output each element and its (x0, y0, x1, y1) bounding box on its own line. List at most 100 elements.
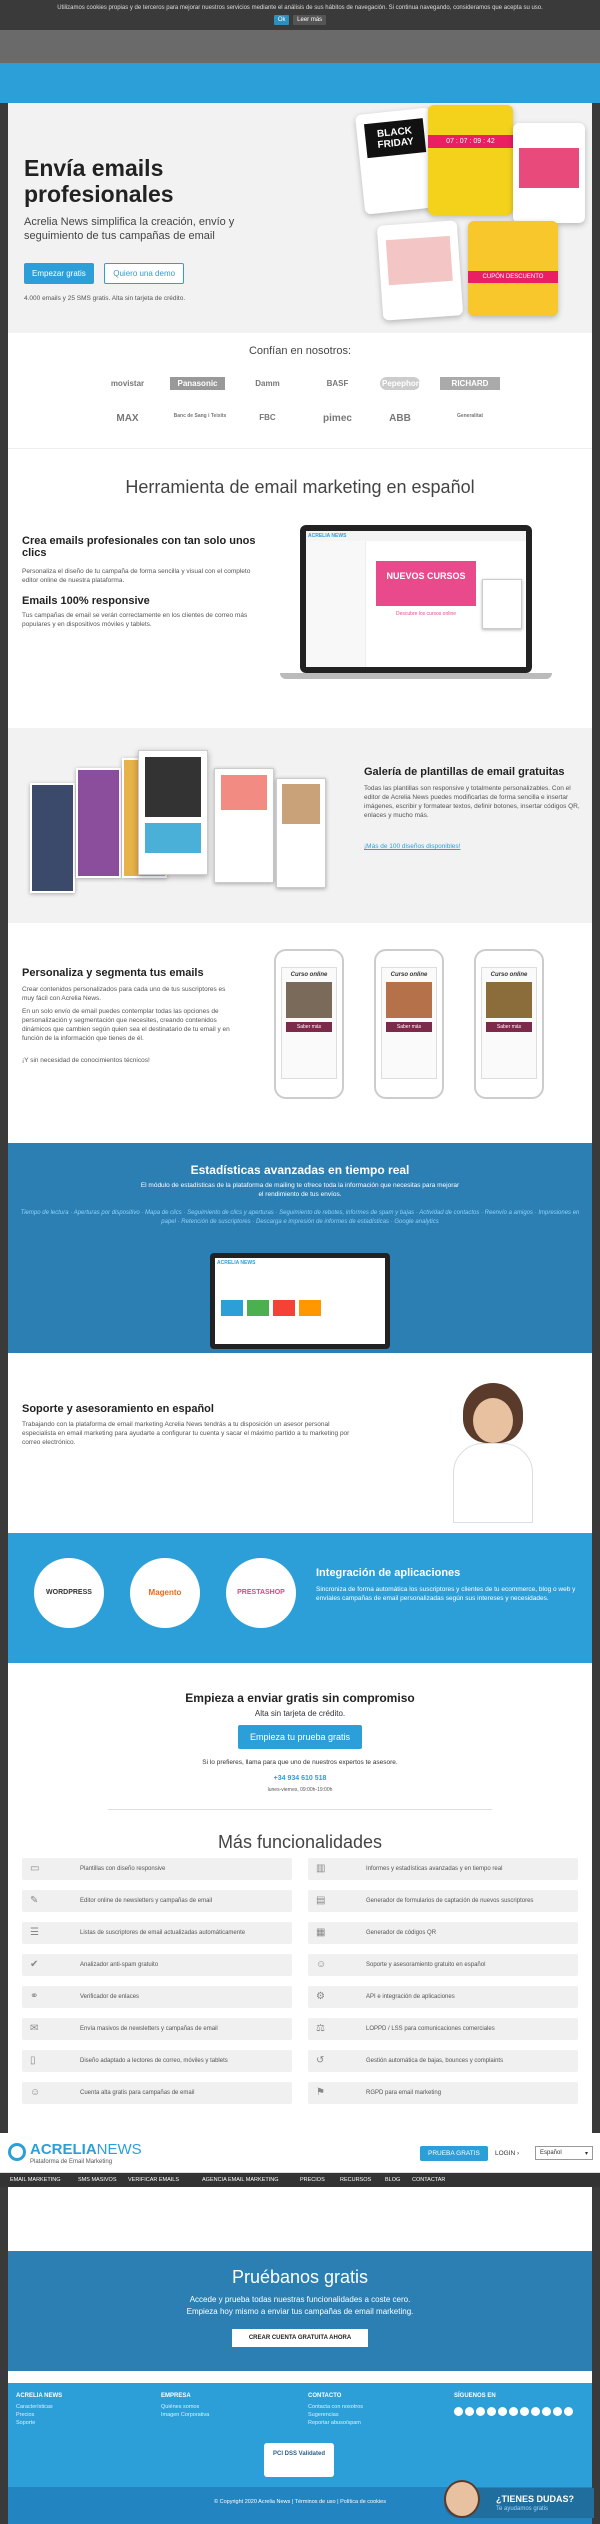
start-free-button[interactable]: Empezar gratis (24, 263, 94, 284)
feature-item: ✔ Analizador anti-spam gratuito (22, 1954, 292, 1976)
gallery-link[interactable]: ¡Más de 100 diseños disponibles! (364, 842, 460, 851)
free-trial-button[interactable]: PRUEBA GRATIS (420, 2146, 488, 2161)
github-icon[interactable] (531, 2407, 540, 2416)
feature-item: ⚖ LOPPD / LSS para comunicaciones comerci… (308, 2018, 578, 2040)
feature-label: Generador de formularios de captación de… (366, 1898, 534, 1904)
nav-sms[interactable]: SMS MASIVOS (78, 2177, 117, 2183)
create-heading: Crea emails profesionales con tan solo u… (22, 535, 256, 559)
footer-link[interactable]: Sugerencias (308, 2411, 339, 2419)
trust-section: Confían en nosotros: movistar Panasonic … (8, 333, 592, 448)
footer-link[interactable]: Precios (16, 2411, 34, 2419)
rss-icon[interactable] (542, 2407, 551, 2416)
main-nav: EMAIL MARKETING SMS MASIVOS VERIFICAR EM… (0, 2173, 600, 2187)
youtube-icon[interactable] (487, 2407, 496, 2416)
cookie-more-button[interactable]: Leer más (293, 15, 327, 25)
feature-label: Analizador anti-spam gratuito (80, 1962, 159, 1968)
slideshare-icon[interactable] (520, 2407, 529, 2416)
feature-item: ▭ Plantillas con diseño responsive (22, 1858, 292, 1880)
cookie-banner: Utilizamos cookies propias y de terceros… (0, 0, 600, 30)
feature-item: ☰ Listas de suscriptores de email actuali… (22, 1922, 292, 1944)
signup-title: Empieza a enviar gratis sin compromiso (185, 1691, 415, 1705)
pinterest-icon[interactable] (509, 2407, 518, 2416)
trust-title: Confían en nosotros: (248, 345, 352, 357)
cookie-ok-button[interactable]: Ok (273, 15, 290, 25)
template-card-fashion (376, 220, 464, 321)
list-icon: ☰ (30, 1927, 39, 1938)
logo-richard: RICHARD (440, 377, 500, 390)
footer-col1-title: ACRELIA NEWS (16, 2393, 63, 2399)
feature-item: ⚙ API e integración de aplicaciones (308, 1986, 578, 2008)
chat-widget[interactable]: ¿TIENES DUDAS? Te ayudamos gratis (444, 2480, 594, 2518)
brand-logo[interactable]: ACRELIANEWS (30, 2141, 142, 2158)
language-select[interactable]: Español ▾ (535, 2146, 593, 2160)
login-link[interactable]: LOGIN › (495, 2150, 519, 2157)
tool-title: Herramienta de email marketing en españo… (125, 477, 475, 497)
nav-resources[interactable]: RECURSOS (340, 2177, 371, 2183)
google-icon[interactable] (553, 2407, 562, 2416)
footer-link[interactable]: Reportar abuso/spam (308, 2419, 361, 2427)
footer-social-title: SÍGUENOS EN (454, 2393, 496, 2399)
start-trial-button[interactable]: Empieza tu prueba gratis (237, 1725, 363, 1749)
feature-label: Listas de suscriptores de email actualiz… (80, 1930, 246, 1936)
template-card-coupon: CUPÓN DESCUENTO (468, 221, 558, 316)
feature-label: Diseño adaptado a lectores de correo, mó… (80, 2058, 228, 2064)
twitter-icon[interactable] (465, 2407, 474, 2416)
logo-banc-sang: Banc de Sang i Teixits (173, 413, 227, 419)
feature-label: Generador de códigos QR (366, 1930, 437, 1936)
template-thumb-6 (276, 778, 326, 888)
demo-button[interactable]: Quiero una demo (104, 263, 185, 284)
antispam-icon: ✔ (30, 1959, 39, 1970)
sticky-header: ACRELIANEWS Plataforma de Email Marketin… (0, 2133, 600, 2173)
account-icon: ☺ (30, 2087, 41, 2098)
feature-item: ↺ Gestión automática de bajas, bounces y … (308, 2050, 578, 2072)
facebook-icon[interactable] (454, 2407, 463, 2416)
pci-badge: PCI DSS Validated (264, 2443, 334, 2477)
phone-mockup-2: Curso online Saber más (374, 949, 444, 1099)
nav-agency[interactable]: AGENCIA EMAIL MARKETING (202, 2177, 279, 2183)
vimeo-icon[interactable] (564, 2407, 573, 2416)
try-title: Pruébanos gratis (231, 2267, 369, 2287)
nav-verify-emails[interactable]: VERIFICAR EMAILS (128, 2177, 179, 2183)
try-text-1: Accede y prueba todas nuestras funcional… (189, 2295, 411, 2304)
logo-damm: Damm (255, 379, 280, 388)
footer-link[interactable]: Características (16, 2403, 53, 2411)
feature-label: API e integración de aplicaciones (366, 1994, 455, 2000)
feature-label: Editor online de newsletters y campañas … (80, 1898, 213, 1904)
feature-label: Soporte y asesoramiento gratuito en espa… (366, 1962, 486, 1968)
logo-panasonic: Panasonic (170, 377, 225, 390)
nav-email-marketing[interactable]: EMAIL MARKETING (10, 2177, 61, 2183)
personalize-p1: Crear contenidos personalizados para cad… (22, 986, 226, 1002)
stats-icon: ▥ (316, 1863, 326, 1874)
more-title: Más funcionalidades (217, 1832, 383, 1852)
instagram-icon[interactable] (498, 2407, 507, 2416)
logo-fbc: FBC (259, 413, 276, 422)
rgpd-icon: ⚑ (316, 2087, 325, 2098)
logo-pimec: pimec (323, 413, 352, 424)
feature-label: RGPD para email marketing (366, 2090, 442, 2096)
nav-contact[interactable]: CONTACTAR (412, 2177, 445, 2183)
wordpress-logo: WORDPRESS (34, 1558, 104, 1628)
logo-abb: ABB (389, 413, 411, 424)
feature-item: ▤ Generador de formularios de captación d… (308, 1890, 578, 1912)
form-icon: ▤ (316, 1895, 326, 1906)
feature-item: ☺ Soporte y asesoramiento gratuito en esp… (308, 1954, 578, 1976)
footer-link[interactable]: Quiénes somos (161, 2403, 199, 2411)
template-card-countdown: 07 : 07 : 09 : 42 (428, 105, 513, 215)
signup-call-text: Si lo prefieres, llama para que uno de n… (202, 1759, 398, 1766)
logo-generalitat: Generalitat (456, 413, 484, 419)
footer-link[interactable]: Contacta con nosotros (308, 2403, 363, 2411)
nav-blog[interactable]: BLOG (385, 2177, 400, 2183)
editor-icon: ✎ (30, 1895, 39, 1906)
feature-label: Informes y estadísticas avanzadas y en t… (366, 1866, 503, 1872)
gallery-title: Galería de plantillas de email gratuitas (364, 766, 565, 778)
personalize-title: Personaliza y segmenta tus emails (22, 967, 204, 979)
feature-label: Cuenta alta gratis para campañas de emai… (80, 2090, 195, 2096)
footer-link[interactable]: Imagen Corporativa (161, 2411, 209, 2419)
signup-phone[interactable]: +34 934 610 518 (8, 1775, 592, 1782)
header-blue-band (0, 63, 600, 103)
create-account-button[interactable]: CREAR CUENTA GRATUITA AHORA (232, 2329, 368, 2347)
linkedin-icon[interactable] (476, 2407, 485, 2416)
nav-pricing[interactable]: PRECIOS (300, 2177, 325, 2183)
brand-tagline: Plataforma de Email Marketing (30, 2159, 113, 2165)
footer-link[interactable]: Soporte (16, 2419, 35, 2427)
